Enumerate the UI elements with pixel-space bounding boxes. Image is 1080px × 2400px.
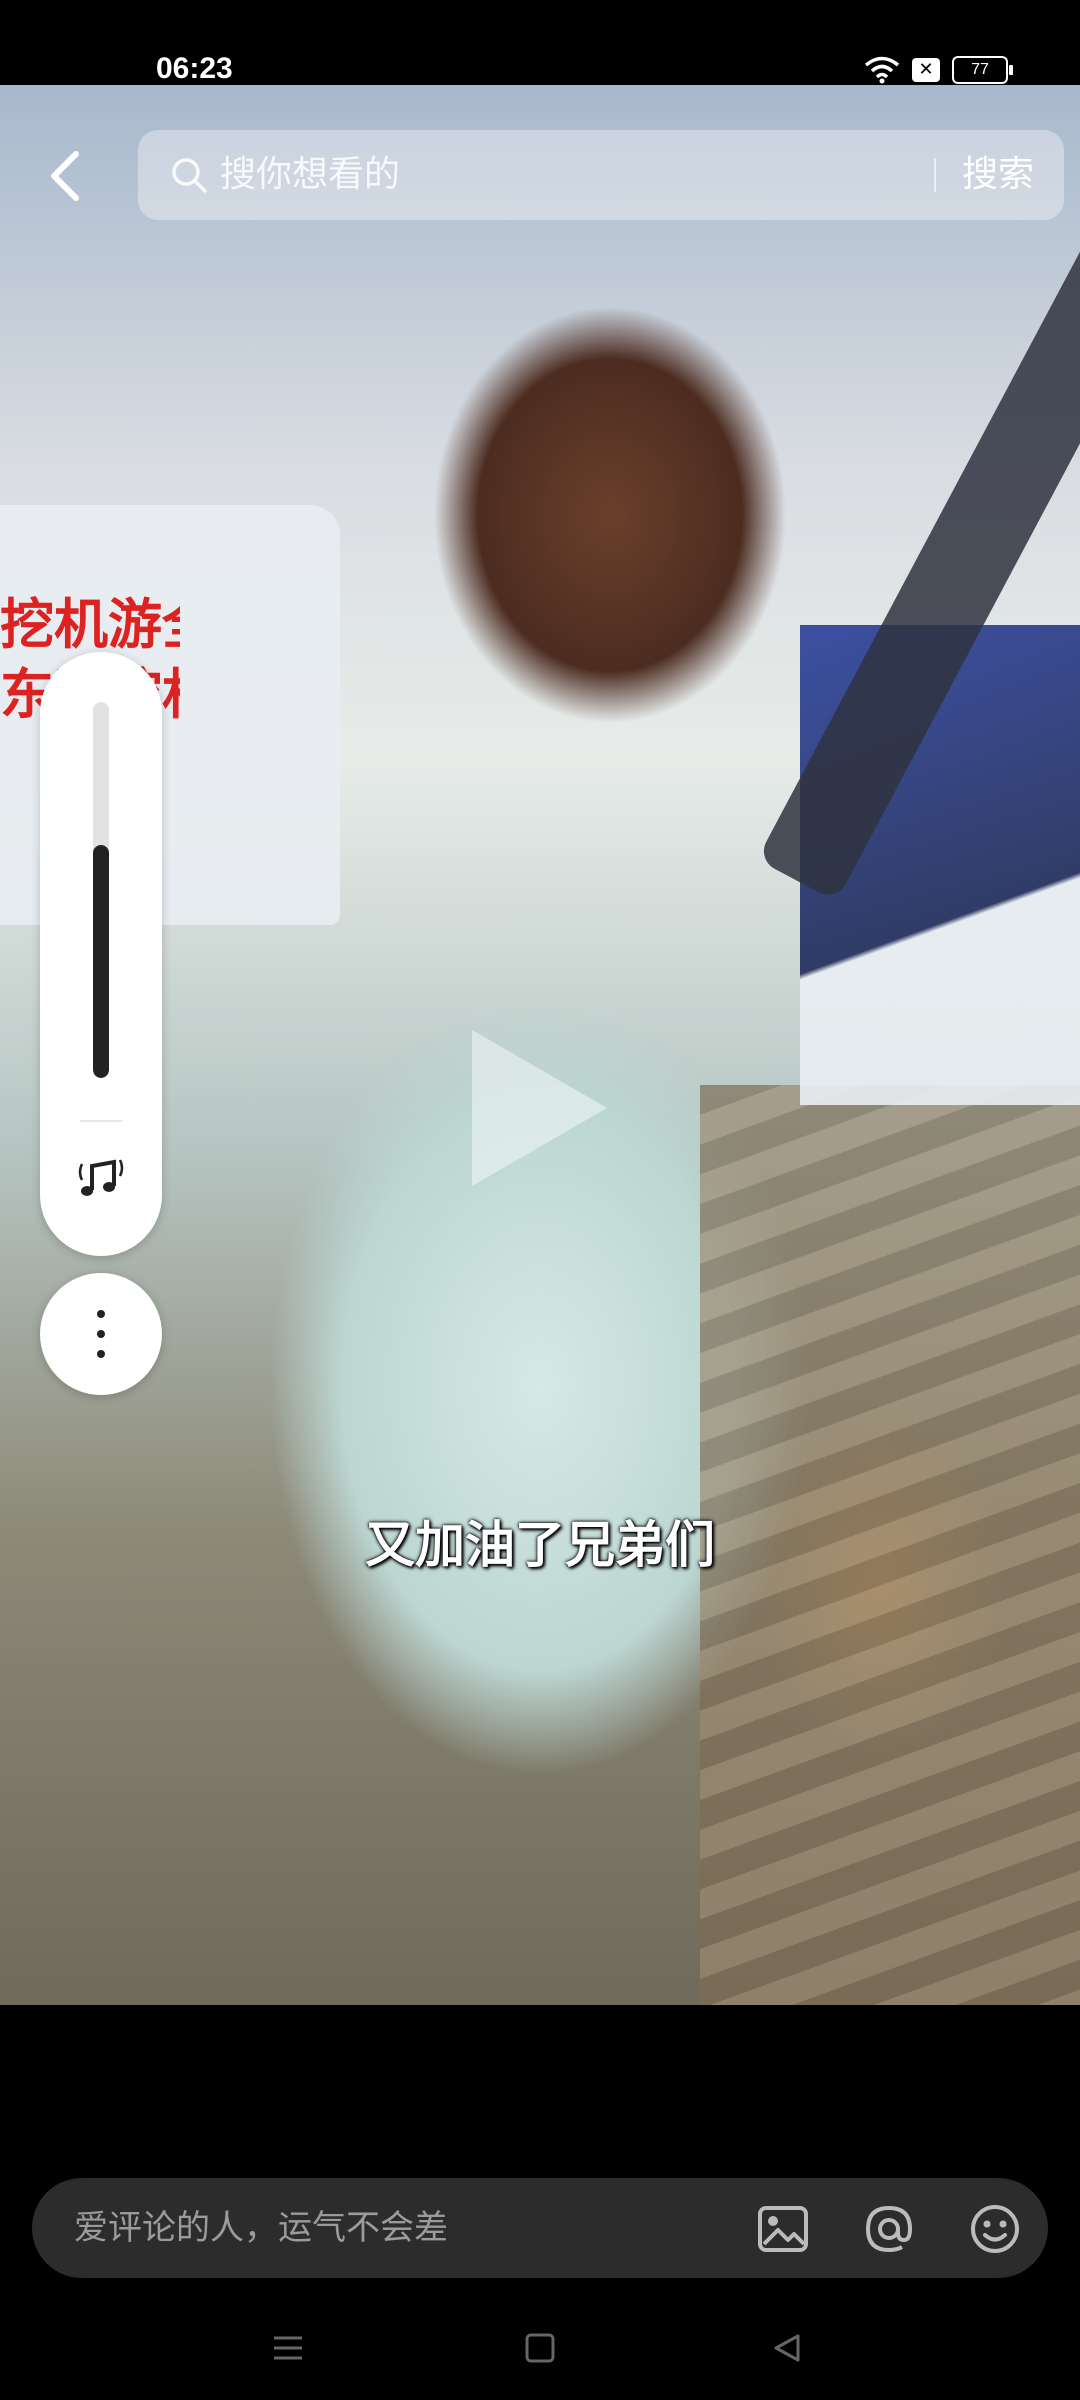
emoji-icon[interactable] (968, 2202, 1022, 2256)
status-icons: ✕ 77 (864, 56, 1013, 84)
x-box-icon: ✕ (912, 58, 940, 82)
volume-level (93, 844, 109, 1078)
back-icon[interactable] (766, 2328, 806, 2368)
search-button[interactable]: 搜索 (962, 130, 1034, 220)
video-caption: 又加油了兄弟们 (365, 1516, 715, 1574)
status-time: 06:23 (156, 52, 233, 85)
status-bar: 06:23 ✕ 77 (0, 0, 1080, 85)
search-bar[interactable]: 搜你想看的 搜索 (138, 130, 1064, 220)
more-dots-icon (97, 1310, 105, 1358)
at-icon[interactable] (862, 2202, 916, 2256)
home-icon[interactable] (520, 2328, 560, 2368)
search-icon (172, 158, 207, 193)
comment-bar[interactable]: 爱评论的人，运气不会差 (32, 2178, 1048, 2278)
more-button[interactable] (40, 1273, 162, 1395)
navigation-bar (0, 2300, 1080, 2400)
search-input[interactable]: 搜你想看的 (220, 130, 400, 220)
search-divider (934, 158, 936, 192)
battery-icon: 77 (952, 56, 1013, 84)
menu-icon[interactable] (268, 2328, 308, 2368)
wifi-icon (864, 56, 900, 84)
back-arrow-icon[interactable] (42, 148, 88, 204)
volume-panel[interactable] (40, 652, 162, 1256)
volume-slider[interactable] (93, 702, 109, 1078)
volume-divider (80, 1120, 122, 1122)
image-icon[interactable] (756, 2202, 810, 2256)
comment-input[interactable]: 爱评论的人，运气不会差 (74, 2178, 448, 2278)
excavator-banner-line-1: 挖机游全国 (0, 593, 180, 656)
music-note-icon[interactable] (74, 1150, 128, 1204)
play-icon[interactable] (472, 1030, 607, 1186)
video-player[interactable]: 挖机游全国 东哥挖机 又加油了兄弟们 (0, 85, 1080, 2005)
